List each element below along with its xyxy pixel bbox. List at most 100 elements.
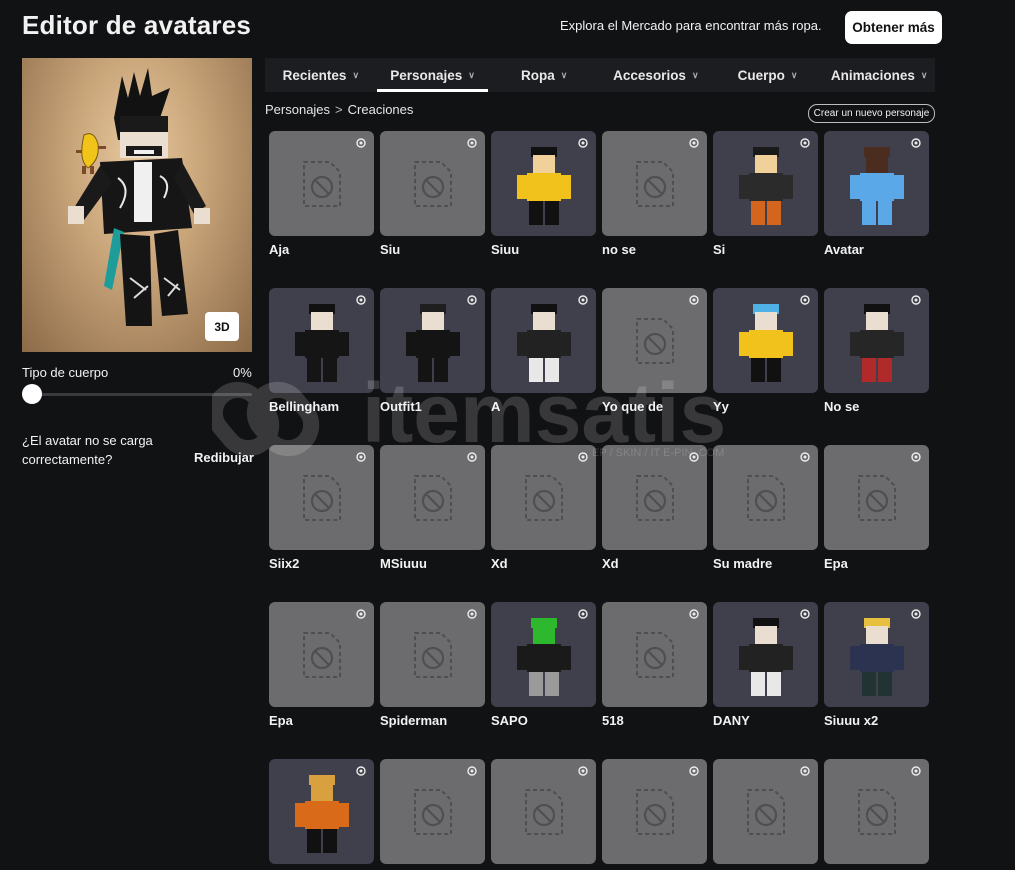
character-card[interactable] [602, 759, 707, 870]
character-card[interactable]: Siuuu x2 [824, 602, 929, 728]
character-card[interactable]: Epa [269, 602, 374, 728]
character-card[interactable]: no se [602, 131, 707, 257]
gear-icon[interactable] [688, 137, 700, 149]
character-card[interactable] [491, 759, 596, 870]
body-type-slider-track[interactable] [22, 393, 252, 396]
gear-icon[interactable] [466, 137, 478, 149]
gear-icon[interactable] [466, 294, 478, 306]
gear-icon[interactable] [910, 451, 922, 463]
gear-icon[interactable] [799, 294, 811, 306]
gear-icon[interactable] [577, 451, 589, 463]
character-card[interactable]: Si [713, 131, 818, 257]
character-thumbnail[interactable] [491, 602, 596, 707]
character-thumbnail[interactable] [602, 759, 707, 864]
gear-icon[interactable] [577, 608, 589, 620]
character-thumbnail[interactable] [824, 288, 929, 393]
character-thumbnail[interactable] [491, 131, 596, 236]
gear-icon[interactable] [799, 608, 811, 620]
character-thumbnail[interactable] [380, 131, 485, 236]
character-thumbnail[interactable] [602, 131, 707, 236]
character-thumbnail[interactable] [602, 288, 707, 393]
gear-icon[interactable] [910, 137, 922, 149]
gear-icon[interactable] [910, 294, 922, 306]
tab-cuerpo[interactable]: Cuerpo ∨ [712, 58, 824, 92]
gear-icon[interactable] [466, 451, 478, 463]
character-card[interactable]: DANY [713, 602, 818, 728]
character-card[interactable]: MSiuuu [380, 445, 485, 571]
character-thumbnail[interactable] [380, 602, 485, 707]
tab-accesorios[interactable]: Accesorios ∨ [600, 58, 712, 92]
gear-icon[interactable] [577, 294, 589, 306]
character-thumbnail[interactable] [269, 131, 374, 236]
gear-icon[interactable] [355, 765, 367, 777]
tab-recientes[interactable]: Recientes ∨ [265, 58, 377, 92]
character-card[interactable]: Aja [269, 131, 374, 257]
tab-ropa[interactable]: Ropa ∨ [488, 58, 600, 92]
tab-personajes[interactable]: Personajes ∨ [376, 58, 489, 92]
character-thumbnail[interactable] [713, 445, 818, 550]
create-character-button[interactable]: Crear un nuevo personaje [808, 104, 935, 123]
gear-icon[interactable] [577, 765, 589, 777]
gear-icon[interactable] [799, 765, 811, 777]
gear-icon[interactable] [688, 765, 700, 777]
character-thumbnail[interactable] [380, 759, 485, 864]
gear-icon[interactable] [910, 608, 922, 620]
character-card[interactable]: SAPO [491, 602, 596, 728]
view-3d-button[interactable]: 3D [205, 312, 239, 341]
character-card[interactable]: Yo que de [602, 288, 707, 414]
gear-icon[interactable] [355, 137, 367, 149]
tab-animaciones[interactable]: Animaciones ∨ [823, 58, 935, 92]
gear-icon[interactable] [688, 608, 700, 620]
gear-icon[interactable] [910, 765, 922, 777]
gear-icon[interactable] [799, 451, 811, 463]
character-card[interactable]: Avatar [824, 131, 929, 257]
character-card[interactable]: Su madre [713, 445, 818, 571]
character-card[interactable]: Yy [713, 288, 818, 414]
character-thumbnail[interactable] [713, 759, 818, 864]
character-card[interactable]: 518 [602, 602, 707, 728]
gear-icon[interactable] [799, 137, 811, 149]
character-thumbnail[interactable] [602, 602, 707, 707]
character-thumbnail[interactable] [380, 445, 485, 550]
character-card[interactable]: Xd [491, 445, 596, 571]
gear-icon[interactable] [688, 294, 700, 306]
character-card[interactable] [824, 759, 929, 870]
gear-icon[interactable] [577, 137, 589, 149]
character-thumbnail[interactable] [269, 759, 374, 864]
redraw-button[interactable]: Redibujar [194, 450, 254, 465]
character-card[interactable]: No se [824, 288, 929, 414]
character-card[interactable]: Outfit1 [380, 288, 485, 414]
character-card[interactable]: Siu [380, 131, 485, 257]
breadcrumb-parent[interactable]: Personajes [265, 102, 330, 117]
avatar-preview[interactable] [22, 58, 252, 352]
character-card[interactable] [269, 759, 374, 870]
body-type-slider-thumb[interactable] [22, 384, 42, 404]
character-thumbnail[interactable] [824, 131, 929, 236]
character-thumbnail[interactable] [824, 445, 929, 550]
character-thumbnail[interactable] [713, 131, 818, 236]
character-thumbnail[interactable] [602, 445, 707, 550]
character-card[interactable]: Siuu [491, 131, 596, 257]
character-card[interactable]: Epa [824, 445, 929, 571]
get-more-button[interactable]: Obtener más [845, 11, 942, 44]
character-thumbnail[interactable] [380, 288, 485, 393]
gear-icon[interactable] [688, 451, 700, 463]
character-card[interactable]: Xd [602, 445, 707, 571]
character-card[interactable]: Siix2 [269, 445, 374, 571]
character-thumbnail[interactable] [491, 288, 596, 393]
character-thumbnail[interactable] [713, 288, 818, 393]
gear-icon[interactable] [355, 294, 367, 306]
character-thumbnail[interactable] [491, 759, 596, 864]
character-card[interactable]: Spiderman [380, 602, 485, 728]
character-card[interactable]: Bellingham [269, 288, 374, 414]
character-thumbnail[interactable] [713, 602, 818, 707]
character-thumbnail[interactable] [269, 602, 374, 707]
gear-icon[interactable] [466, 765, 478, 777]
character-thumbnail[interactable] [491, 445, 596, 550]
character-card[interactable] [380, 759, 485, 870]
character-card[interactable]: A [491, 288, 596, 414]
character-thumbnail[interactable] [824, 759, 929, 864]
character-thumbnail[interactable] [269, 288, 374, 393]
character-thumbnail[interactable] [824, 602, 929, 707]
gear-icon[interactable] [355, 451, 367, 463]
